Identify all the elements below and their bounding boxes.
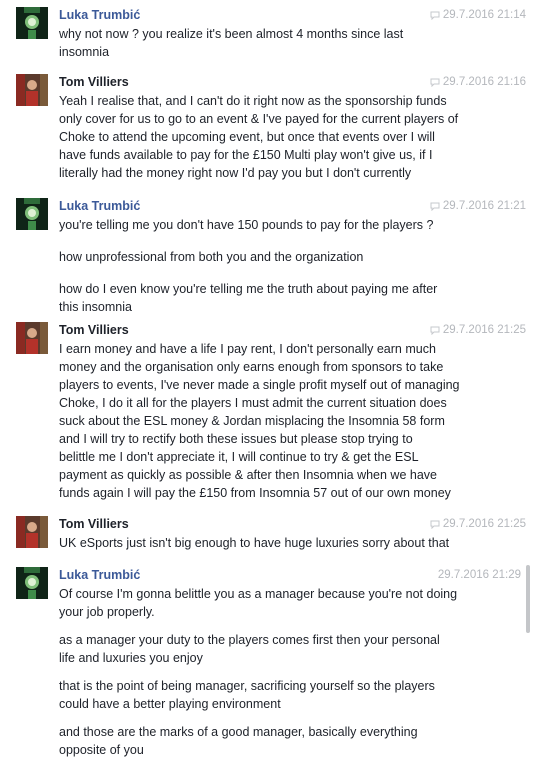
message-line: Choke, I do it all for the players I mus… [59,396,447,410]
message-line: life and luxuries you enjoy [59,651,203,665]
timestamp-text: 29.7.2016 21:25 [442,518,526,530]
message-paragraph: UK eSports just isn't big enough to have… [59,534,489,552]
message-paragraph: how unprofessional from both you and the… [59,248,489,266]
message-body: you're telling me you don't have 150 pou… [59,216,489,326]
green-avatar-icon [16,7,48,39]
message-timestamp: 29.7.2016 21:25 [430,323,526,337]
message-line: Choke to attend the upcoming event, but … [59,130,435,144]
speech-bubble-icon [430,11,440,20]
message-body: Of course I'm gonna belittle you as a ma… [59,585,489,761]
message-line: UK eSports just isn't big enough to have… [59,536,450,550]
sender-name[interactable]: Tom Villiers [59,74,129,90]
message-line: why not now ? you realize it's been almo… [59,27,404,41]
message-paragraph: how do I even know you're telling me the… [59,280,489,316]
message-line: your job properly. [59,605,155,619]
message-line: belittle me I don't appreciate it, I wil… [59,450,419,464]
avatar[interactable] [16,198,48,230]
speech-bubble-icon [430,78,440,87]
avatar[interactable] [16,567,48,599]
timestamp-text: 29.7.2016 21:16 [442,76,526,88]
message-timestamp: 29.7.2016 21:21 [430,199,526,213]
red-avatar-icon [16,322,48,354]
message-paragraph: Of course I'm gonna belittle you as a ma… [59,585,489,621]
message-line: opposite of you [59,743,144,757]
message-paragraph: you're telling me you don't have 150 pou… [59,216,489,234]
message-line: insomnia [59,45,110,59]
timestamp-text: 29.7.2016 21:25 [442,324,526,336]
message-line: money and the organisation only earns en… [59,360,444,374]
message-line: and those are the marks of a good manage… [59,725,418,739]
message-line: Of course I'm gonna belittle you as a ma… [59,587,458,601]
message-line: and I will try to rectify both these iss… [59,432,413,446]
message-paragraph: as a manager your duty to the players co… [59,631,489,667]
avatar[interactable] [16,516,48,548]
timestamp-text: 29.7.2016 21:29 [437,569,521,581]
message-timestamp: 29.7.2016 21:16 [430,75,526,89]
sender-name[interactable]: Tom Villiers [59,322,129,338]
sender-name[interactable]: Luka Trumbić [59,198,140,214]
message-body: Yeah I realise that, and I can't do it r… [59,92,489,192]
message-line: only cover for us to go to an event & I'… [59,112,459,126]
scrollbar-thumb[interactable] [526,565,530,633]
message-paragraph: I earn money and have a life I pay rent,… [59,340,489,502]
sender-name[interactable]: Luka Trumbić [59,7,140,23]
timestamp-text: 29.7.2016 21:21 [442,200,526,212]
message-paragraph: why not now ? you realize it's been almo… [59,25,489,61]
message-timestamp: 29.7.2016 21:14 [430,8,526,22]
message-line: funds again I will pay the £150 from Ins… [59,486,451,500]
message-thread: Luka Trumbić 29.7.2016 21:14 why not now… [0,0,533,761]
timestamp-text: 29.7.2016 21:14 [442,9,526,21]
message-paragraph: and those are the marks of a good manage… [59,723,489,759]
message-timestamp: 29.7.2016 21:25 [430,517,526,531]
message-line: this insomnia [59,300,132,314]
message-line: players to events, I've never made a sin… [59,378,460,392]
message-paragraph: Yeah I realise that, and I can't do it r… [59,92,489,182]
sender-name[interactable]: Luka Trumbić [59,567,140,583]
message-body: UK eSports just isn't big enough to have… [59,534,489,562]
message-line: as a manager your duty to the players co… [59,633,440,647]
message-line: how unprofessional from both you and the… [59,250,364,264]
message-timestamp: 29.7.2016 21:29 [438,568,521,582]
message-line: you're telling me you don't have 150 pou… [59,218,434,232]
message-line: payment as quickly as possible & after t… [59,468,437,482]
speech-bubble-icon [430,520,440,529]
speech-bubble-icon [430,202,440,211]
message-line: suck about the ESL money & Jordan mispla… [59,414,445,428]
message-body: I earn money and have a life I pay rent,… [59,340,489,512]
avatar[interactable] [16,322,48,354]
message-paragraph: that is the point of being manager, sacr… [59,677,489,713]
message-line: how do I even know you're telling me the… [59,282,438,296]
message-line: I earn money and have a life I pay rent,… [59,342,436,356]
sender-name[interactable]: Tom Villiers [59,516,129,532]
green-avatar-icon [16,567,48,599]
avatar[interactable] [16,7,48,39]
message-line: literally had the money right now I'd pa… [59,166,412,180]
message-line: Yeah I realise that, and I can't do it r… [59,94,447,108]
message-line: have funds available to pay for the £150… [59,148,433,162]
green-avatar-icon [16,198,48,230]
message-body: why not now ? you realize it's been almo… [59,25,489,71]
red-avatar-icon [16,516,48,548]
message-line: could have a better playing environment [59,697,281,711]
red-avatar-icon [16,74,48,106]
avatar[interactable] [16,74,48,106]
message-line: that is the point of being manager, sacr… [59,679,435,693]
speech-bubble-icon [430,326,440,335]
